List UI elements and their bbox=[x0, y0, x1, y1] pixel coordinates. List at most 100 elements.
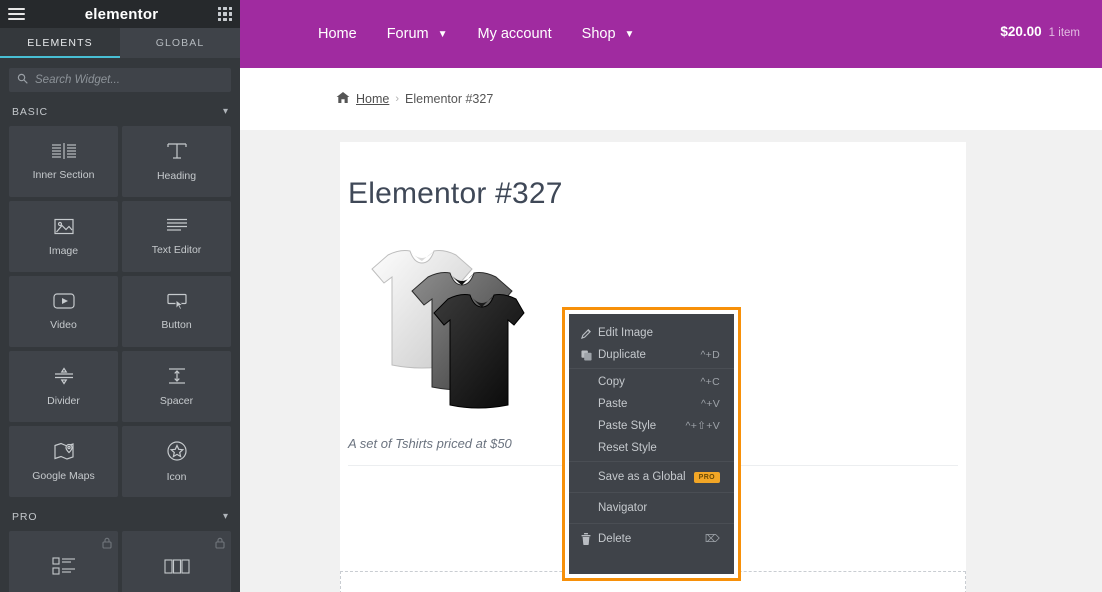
lock-icon bbox=[102, 536, 112, 554]
cart-item-count: 1 item bbox=[1048, 27, 1080, 39]
menu-item-label: Reset Style bbox=[598, 442, 657, 454]
menu-item-label: Delete bbox=[598, 533, 632, 545]
panel-header: elementor bbox=[0, 0, 240, 28]
breadcrumb-separator: › bbox=[395, 93, 400, 105]
nav-item-home[interactable]: Home bbox=[318, 26, 357, 42]
widget-inner-section[interactable]: Inner Section bbox=[9, 126, 118, 197]
widget-portfolio-pro[interactable] bbox=[122, 531, 231, 592]
elementor-panel: elementor ELEMENTS GLOBAL Search Widget.… bbox=[0, 0, 240, 592]
cart-summary[interactable]: $20.00 1 item bbox=[1000, 24, 1080, 39]
lock-icon bbox=[215, 536, 225, 554]
widget-posts-pro[interactable] bbox=[9, 531, 118, 592]
widget-label: Icon bbox=[166, 471, 187, 483]
menu-item-shortcut: ^+D bbox=[700, 349, 720, 361]
menu-item-save-as-global[interactable]: Save as a Global PRO bbox=[569, 464, 734, 490]
menu-item-copy[interactable]: Copy ^+C bbox=[569, 371, 734, 393]
widget-label: Heading bbox=[156, 170, 197, 182]
widget-icon[interactable]: Icon bbox=[122, 426, 231, 497]
widget-spacer[interactable]: Spacer bbox=[122, 351, 231, 422]
widget-label: Video bbox=[50, 319, 77, 331]
heading-icon bbox=[166, 141, 188, 161]
widget-label: Spacer bbox=[159, 395, 194, 407]
divider-icon bbox=[52, 366, 76, 386]
spacer-icon bbox=[165, 366, 189, 386]
text-editor-icon bbox=[165, 217, 189, 235]
widget-label: Google Maps bbox=[32, 470, 95, 482]
menu-item-label: Save as a Global bbox=[598, 471, 686, 483]
menu-item-edit-image[interactable]: Edit Image bbox=[569, 322, 734, 344]
panel-tabs: ELEMENTS GLOBAL bbox=[0, 28, 240, 58]
widget-text-editor[interactable]: Text Editor bbox=[122, 201, 231, 272]
duplicate-icon bbox=[581, 349, 598, 361]
home-icon bbox=[336, 91, 350, 107]
tab-global[interactable]: GLOBAL bbox=[120, 28, 240, 58]
pencil-icon bbox=[581, 328, 598, 339]
tab-global-label: GLOBAL bbox=[155, 37, 205, 49]
menu-item-duplicate[interactable]: Duplicate ^+D bbox=[569, 344, 734, 366]
search-input[interactable] bbox=[35, 74, 223, 86]
nav-item-shop[interactable]: Shop ▼ bbox=[582, 26, 635, 42]
main-navigation: Home Forum ▼ My account Shop ▼ bbox=[318, 26, 634, 42]
image-icon bbox=[53, 217, 75, 236]
nav-label: Forum bbox=[386, 26, 429, 42]
search-box[interactable] bbox=[9, 68, 231, 92]
breadcrumb-bar: Home › Elementor #327 bbox=[240, 68, 1102, 130]
nav-label: Home bbox=[318, 26, 357, 42]
widget-grid-basic: Inner Section Heading Image Text Editor … bbox=[0, 126, 240, 497]
widget-heading[interactable]: Heading bbox=[122, 126, 231, 197]
context-menu-highlight: Edit Image Duplicate ^+D Copy ^+C Paste … bbox=[562, 307, 741, 581]
widget-divider[interactable]: Divider bbox=[9, 351, 118, 422]
chevron-down-icon: ▼ bbox=[624, 28, 635, 40]
menu-item-paste[interactable]: Paste ^+V bbox=[569, 393, 734, 415]
pro-badge: PRO bbox=[693, 471, 720, 483]
widget-video[interactable]: Video bbox=[9, 276, 118, 347]
menu-item-delete[interactable]: Delete ⌦ bbox=[569, 526, 734, 552]
trash-icon bbox=[581, 533, 598, 545]
widget-label: Text Editor bbox=[151, 244, 202, 256]
context-menu-group: Navigator bbox=[569, 493, 734, 524]
tab-elements-label: ELEMENTS bbox=[27, 37, 93, 49]
menu-item-label: Edit Image bbox=[598, 327, 653, 339]
posts-icon bbox=[51, 556, 77, 578]
widget-google-maps[interactable]: Google Maps bbox=[9, 426, 118, 497]
tab-elements[interactable]: ELEMENTS bbox=[0, 28, 120, 58]
button-icon bbox=[165, 292, 189, 310]
category-pro-label: PRO bbox=[12, 511, 38, 523]
portfolio-icon bbox=[163, 557, 191, 577]
video-icon bbox=[52, 292, 76, 310]
nav-item-my-account[interactable]: My account bbox=[478, 26, 552, 42]
breadcrumb-home-link[interactable]: Home bbox=[356, 92, 389, 106]
menu-item-paste-style[interactable]: Paste Style ^+⇧+V bbox=[569, 415, 734, 437]
chevron-down-icon: ▾ bbox=[222, 106, 228, 117]
menu-item-navigator[interactable]: Navigator bbox=[569, 495, 734, 521]
nav-label: Shop bbox=[581, 26, 616, 42]
menu-item-shortcut: ^+V bbox=[701, 398, 720, 410]
inner-section-icon bbox=[51, 142, 77, 160]
grid-icon[interactable] bbox=[218, 7, 232, 21]
elementor-editor: elementor ELEMENTS GLOBAL Search Widget.… bbox=[0, 0, 1102, 592]
star-icon bbox=[166, 440, 188, 462]
nav-label: My account bbox=[477, 26, 552, 42]
menu-item-reset-style[interactable]: Reset Style bbox=[569, 437, 734, 459]
menu-item-label: Paste bbox=[598, 398, 628, 410]
category-header-basic[interactable]: BASIC ▾ bbox=[0, 100, 240, 126]
chevron-down-icon: ▼ bbox=[437, 28, 448, 40]
context-menu-group: Save as a Global PRO bbox=[569, 462, 734, 493]
breadcrumb: Home › Elementor #327 bbox=[336, 91, 493, 107]
context-menu-group: Delete ⌦ bbox=[569, 524, 734, 554]
menu-item-shortcut: ^+⇧+V bbox=[685, 420, 720, 432]
widget-button[interactable]: Button bbox=[122, 276, 231, 347]
cart-amount: $20.00 bbox=[1000, 24, 1042, 39]
search-widget-container bbox=[0, 58, 240, 100]
tshirt-image bbox=[348, 241, 526, 424]
category-basic-label: BASIC bbox=[12, 106, 49, 118]
nav-item-forum[interactable]: Forum ▼ bbox=[387, 26, 448, 42]
chevron-down-icon: ▾ bbox=[222, 511, 228, 522]
hamburger-icon[interactable] bbox=[8, 8, 25, 20]
menu-item-label: Navigator bbox=[598, 502, 648, 514]
menu-item-shortcut: ⌦ bbox=[704, 533, 720, 545]
widget-image[interactable]: Image bbox=[9, 201, 118, 272]
context-menu-group: Copy ^+C Paste ^+V Paste Style ^+⇧+V Res… bbox=[569, 369, 734, 462]
menu-item-label: Duplicate bbox=[598, 349, 646, 361]
category-header-pro[interactable]: PRO ▾ bbox=[0, 497, 240, 531]
